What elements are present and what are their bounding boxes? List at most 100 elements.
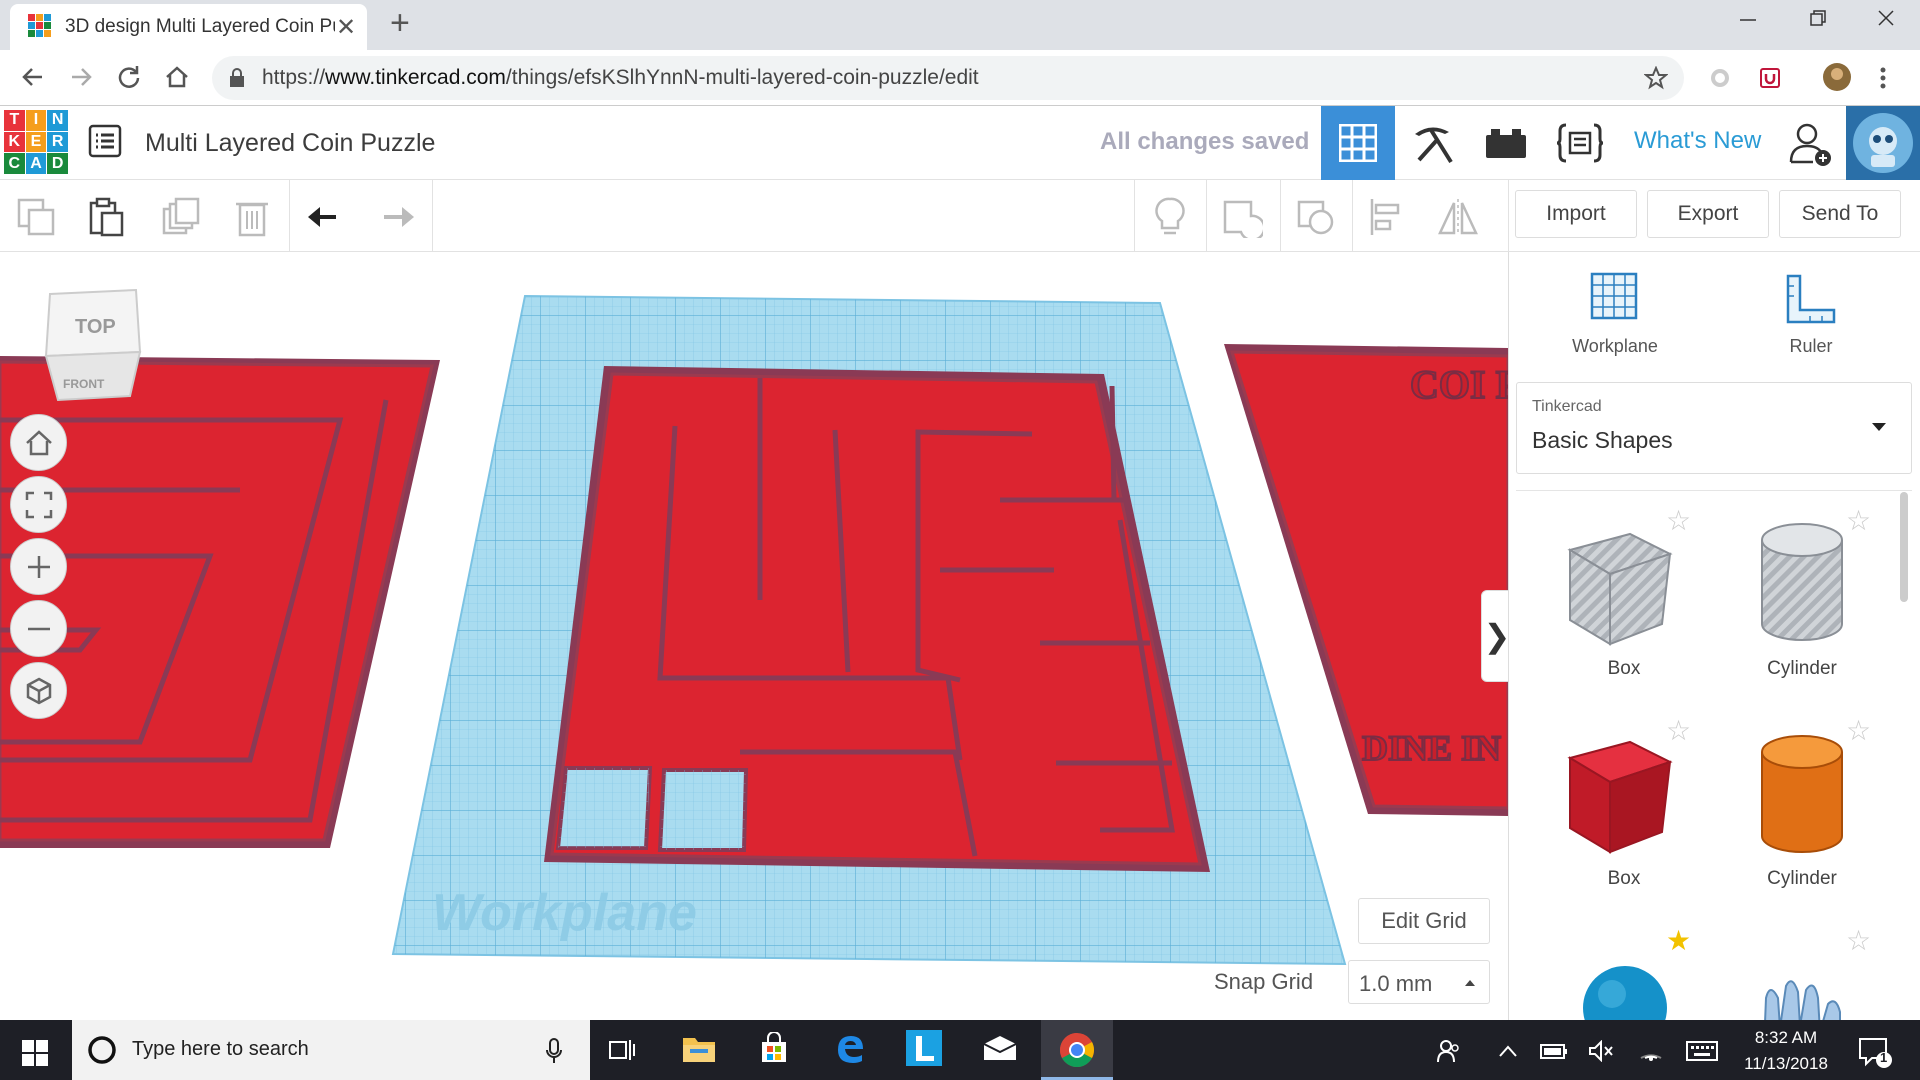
zoom-out-button[interactable] (10, 600, 67, 657)
favorite-star-icon[interactable]: ☆ (1846, 504, 1871, 537)
back-icon[interactable] (20, 64, 46, 90)
toolbar-separator (1206, 180, 1207, 252)
forward-icon[interactable] (68, 64, 94, 90)
shape-cylinder-striped[interactable] (1752, 520, 1852, 650)
codeblocks-button[interactable] (1543, 106, 1617, 180)
mail-icon[interactable] (982, 1034, 1018, 1062)
tinkercad-logo[interactable]: T I N K E R C A D (4, 110, 68, 174)
zoom-in-button[interactable] (10, 538, 67, 595)
ungroup-icon[interactable] (1294, 195, 1338, 239)
snap-grid-select[interactable]: 1.0 mm (1348, 960, 1490, 1004)
minimize-icon[interactable] (1738, 8, 1758, 28)
scene-canvas[interactable]: Workplane COI P DINE IN TOP FRONT (0, 252, 1508, 1020)
url-text[interactable]: https://www.tinkercad.com/things/efsKSlh… (262, 66, 979, 90)
microphone-icon[interactable] (546, 1038, 562, 1064)
new-tab-button[interactable]: + (390, 4, 410, 43)
undo-icon[interactable] (304, 195, 348, 239)
home-view-button[interactable] (10, 414, 67, 471)
reload-icon[interactable] (116, 64, 142, 90)
3d-viewport[interactable]: Workplane COI P DINE IN TOP FRONT (0, 252, 1508, 1020)
windows-start-icon[interactable] (22, 1040, 48, 1066)
paste-icon[interactable] (84, 195, 128, 239)
copy-icon[interactable] (14, 195, 58, 239)
shape-scribble[interactable] (1756, 968, 1846, 1020)
chevron-up-icon[interactable] (1498, 1044, 1518, 1058)
shape-label: Box (1607, 868, 1641, 889)
panel-scrollbar[interactable] (1900, 492, 1908, 602)
ruler-tool-icon[interactable] (1784, 272, 1838, 326)
view-cube[interactable]: TOP FRONT (44, 288, 142, 402)
favorite-star-filled-icon[interactable]: ★ (1666, 924, 1691, 957)
lightbulb-icon[interactable] (1148, 195, 1192, 239)
maze-puzzle-left[interactable] (0, 356, 440, 848)
redo-icon[interactable] (374, 195, 418, 239)
toolbar-separator (1352, 180, 1353, 252)
export-button[interactable]: Export (1647, 190, 1769, 238)
user-avatar-button[interactable] (1846, 106, 1920, 180)
tab-close-button[interactable]: ✕ (336, 13, 356, 42)
bookmark-star-icon[interactable] (1644, 66, 1668, 90)
chrome-taskbar-button[interactable] (1041, 1020, 1113, 1080)
volume-muted-icon[interactable] (1588, 1040, 1614, 1062)
add-user-button[interactable] (1773, 106, 1847, 180)
align-icon[interactable] (1366, 195, 1410, 239)
blocks-button[interactable] (1395, 106, 1469, 180)
extension-shield-icon[interactable] (1758, 66, 1782, 90)
system-clock[interactable]: 8:32 AM 11/13/2018 (1728, 1025, 1844, 1077)
app-l-icon[interactable] (906, 1030, 942, 1066)
3d-view-button[interactable] (1321, 106, 1395, 180)
close-window-icon[interactable] (1876, 8, 1896, 28)
taskbar-search-box[interactable]: Type here to search (72, 1020, 590, 1080)
logo-letter: I (25, 110, 47, 131)
whats-new-link[interactable]: What's New (1634, 127, 1761, 155)
keyboard-icon[interactable] (1686, 1040, 1718, 1062)
mirror-icon[interactable] (1436, 195, 1480, 239)
home-icon[interactable] (164, 64, 190, 90)
workplane-tool-label[interactable]: Workplane (1555, 336, 1675, 357)
shape-box-solid[interactable] (1562, 728, 1682, 858)
clock-date: 11/13/2018 (1744, 1054, 1828, 1073)
favorite-star-icon[interactable]: ☆ (1846, 924, 1871, 957)
edit-grid-button[interactable]: Edit Grid (1358, 898, 1490, 944)
send-to-button[interactable]: Send To (1779, 190, 1901, 238)
viewcube-top-label[interactable]: TOP (75, 316, 116, 338)
favorite-star-icon[interactable]: ☆ (1846, 714, 1871, 747)
store-icon[interactable] (758, 1032, 790, 1064)
favorite-star-icon[interactable]: ☆ (1666, 714, 1691, 747)
duplicate-icon[interactable] (158, 195, 202, 239)
design-title[interactable]: Multi Layered Coin Puzzle (145, 129, 435, 158)
browser-tab[interactable]: 3D design Multi Layered Coin Pu ✕ (10, 4, 367, 50)
lock-icon[interactable] (228, 67, 246, 89)
edge-icon[interactable] (834, 1032, 866, 1064)
favorite-star-icon[interactable]: ☆ (1666, 504, 1691, 537)
shape-library-select[interactable]: Tinkercad Basic Shapes (1516, 382, 1912, 474)
snap-grid-value: 1.0 mm (1359, 971, 1433, 996)
chrome-menu-icon[interactable] (1878, 66, 1888, 90)
shape-sphere[interactable] (1580, 960, 1670, 1020)
logo-letter: T (4, 110, 25, 131)
workplane-tool-icon[interactable] (1588, 270, 1640, 322)
extension-circle-icon[interactable] (1708, 66, 1732, 90)
restore-icon[interactable] (1808, 8, 1828, 28)
file-explorer-icon[interactable] (682, 1034, 716, 1064)
task-view-icon[interactable] (608, 1036, 636, 1064)
orthographic-view-button[interactable] (10, 662, 67, 719)
ruler-tool-label[interactable]: Ruler (1751, 336, 1871, 357)
wifi-icon[interactable] (1638, 1038, 1664, 1062)
group-icon[interactable] (1220, 195, 1264, 239)
fit-view-button[interactable] (10, 476, 67, 533)
import-button[interactable]: Import (1515, 190, 1637, 238)
toolbar-separator (1508, 180, 1509, 252)
bricks-button[interactable] (1469, 106, 1543, 180)
shape-cylinder-solid[interactable] (1752, 732, 1852, 862)
delete-icon[interactable] (230, 195, 274, 239)
shape-box-striped[interactable] (1562, 520, 1682, 650)
logo-letter: K (4, 131, 25, 153)
battery-icon[interactable] (1540, 1042, 1568, 1060)
action-center-icon[interactable]: 1 (1858, 1036, 1894, 1068)
profile-avatar-icon[interactable] (1822, 62, 1852, 92)
viewcube-front-label[interactable]: FRONT (63, 377, 105, 391)
maze-puzzle-center[interactable] (544, 366, 1210, 872)
people-icon[interactable] (1436, 1038, 1462, 1064)
design-list-icon[interactable] (88, 124, 122, 158)
